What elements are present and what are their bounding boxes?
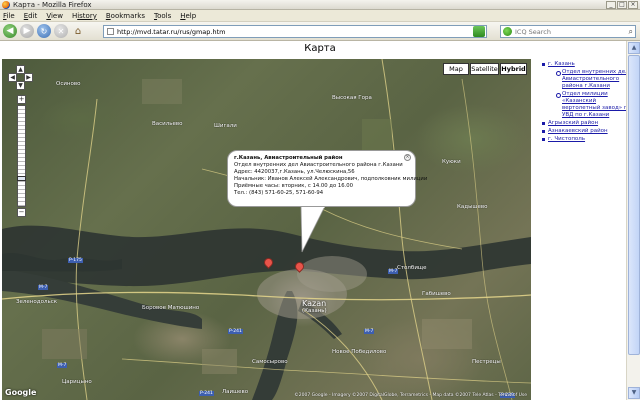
map-label: Лаишево — [222, 389, 249, 395]
stop-icon[interactable]: ✕ — [54, 24, 68, 38]
tree-link[interactable]: Отдел внутренних дел Авиастроительного р… — [562, 69, 629, 89]
address-bar[interactable]: http://mvd.tatar.ru/rus/gmap.htm — [103, 25, 487, 38]
road-sign: M-7 — [38, 285, 49, 290]
menu-history[interactable]: History — [72, 12, 97, 20]
infowindow-line: Начальник: Иванов Алексей Александрович,… — [234, 176, 428, 182]
satellite-imagery — [2, 59, 531, 400]
road-sign: P-241 — [199, 391, 214, 396]
url-text[interactable]: http://mvd.tatar.ru/rus/gmap.htm — [117, 28, 473, 36]
map-infowindow: × г.Казань, Авиастроительный район Отдел… — [227, 150, 428, 207]
map-label: Зеленодольск — [16, 299, 58, 305]
search-box[interactable]: ⌕ — [500, 25, 636, 38]
zoom-out-icon[interactable]: − — [17, 208, 26, 217]
city-label: Kazan (Казань) — [302, 299, 327, 314]
close-icon[interactable]: × — [404, 154, 411, 161]
go-arrow-icon[interactable] — [473, 26, 485, 37]
map-label: Васильево — [152, 121, 183, 127]
back-arrow-icon[interactable]: ◀ — [3, 24, 17, 38]
menu-edit[interactable]: Edit — [24, 12, 38, 20]
map-label: Куюки — [442, 159, 461, 165]
pan-control: ▲ ◀ ▶ ▼ — [8, 65, 34, 91]
map-type-satellite-button[interactable]: Satellite — [470, 63, 499, 75]
map-label: Царицыно — [62, 379, 92, 385]
tree-link[interactable]: Агрызский район — [548, 120, 598, 126]
infowindow-title: г.Казань, Авиастроительный район — [234, 155, 343, 161]
menu-bookmarks[interactable]: Bookmarks — [106, 12, 145, 20]
pan-right-icon[interactable]: ▶ — [24, 73, 33, 82]
map-copyright[interactable]: ©2007 Google - Imagery ©2007 DigitalGlob… — [294, 393, 527, 398]
close-window-button[interactable]: × — [628, 1, 638, 9]
search-icon[interactable]: ⌕ — [629, 27, 633, 37]
region-tree: г. Казань Отдел внутренних дел Авиастрои… — [540, 61, 636, 144]
scroll-up-icon[interactable]: ▲ — [628, 42, 640, 54]
map-label: Пестрецы — [472, 359, 501, 365]
menu-file[interactable]: File — [3, 12, 15, 20]
zoom-slider-thumb[interactable] — [17, 176, 26, 181]
scroll-down-icon[interactable]: ▼ — [628, 387, 640, 399]
map-label: Высокая Гора — [332, 95, 372, 101]
window-title: Карта - Mozilla Firefox — [13, 0, 92, 9]
menubar: File Edit View History Bookmarks Tools H… — [0, 10, 640, 22]
home-icon[interactable]: ⌂ — [71, 24, 85, 38]
map-marker[interactable] — [262, 256, 275, 271]
infowindow-pointer — [300, 206, 326, 253]
map-label: Шигали — [214, 123, 237, 129]
map-type-map-button[interactable]: Map — [443, 63, 469, 75]
tree-item-kazan: г. Казань — [540, 61, 636, 68]
road-sign: M-7 — [57, 363, 68, 368]
tree-link[interactable]: Азнакаевский район — [548, 128, 608, 134]
tree-link[interactable]: г. Чистополь — [548, 136, 585, 142]
tree-item: Отдел внутренних дел Авиастроительного р… — [554, 69, 636, 90]
page-content: Карта Осиново Васильево Высокая Гора Кую… — [0, 41, 640, 400]
road-sign: P-175 — [68, 258, 83, 263]
map-label: Самосырово — [252, 359, 288, 365]
infowindow-line: Адрес: 4420037,г.Казань, ул.Челюскина,56 — [234, 169, 355, 175]
tree-link[interactable]: Отдел милиции «Казанский вертолетный зав… — [562, 91, 635, 118]
tree-item-agryz: Агрызский район — [540, 120, 636, 127]
menu-view[interactable]: View — [46, 12, 63, 20]
map-label: Новое Победилово — [332, 349, 387, 355]
map-label: Столбище — [397, 265, 427, 271]
maximize-button[interactable]: □ — [617, 1, 627, 9]
forward-arrow-icon[interactable]: ▶ — [20, 24, 34, 38]
menu-help[interactable]: Help — [180, 12, 196, 20]
road-sign: M-7 — [364, 329, 375, 334]
tree-item-aznakaevo: Азнакаевский район — [540, 128, 636, 135]
google-logo: Google — [5, 388, 37, 397]
road-sign: M-7 — [388, 269, 399, 274]
tree-link[interactable]: г. Казань — [548, 61, 575, 67]
page-title: Карта — [304, 43, 336, 54]
minimize-button[interactable]: _ — [606, 1, 616, 9]
tree-item: Отдел милиции «Казанский вертолетный зав… — [554, 91, 636, 119]
map-label: Габишево — [422, 291, 451, 297]
zoom-in-icon[interactable]: + — [17, 95, 26, 104]
search-engine-icon[interactable] — [503, 27, 512, 36]
navigation-toolbar: ◀ ▶ ↻ ✕ ⌂ http://mvd.tatar.ru/rus/gmap.h… — [0, 22, 640, 41]
window-controls: _ □ × — [606, 1, 638, 9]
scrollbar-thumb[interactable] — [628, 55, 640, 355]
zoom-slider[interactable] — [17, 105, 26, 207]
menu-tools[interactable]: Tools — [154, 12, 171, 20]
tree-item-chistopol: г. Чистополь — [540, 136, 636, 143]
road-sign: P-241 — [228, 329, 243, 334]
map-marker-selected[interactable] — [293, 260, 306, 275]
map-label: Осиново — [56, 81, 81, 87]
firefox-icon — [2, 0, 10, 9]
infowindow-line: Отдел внутренних дел Авиастроительного р… — [234, 162, 403, 168]
map-label: Кадышево — [457, 204, 488, 210]
reload-icon[interactable]: ↻ — [37, 24, 51, 38]
map-view[interactable]: Осиново Васильево Высокая Гора Куюки Бор… — [2, 59, 531, 400]
zoom-control: + − — [17, 95, 26, 217]
infowindow-line: Тел.: (843) 571-60-25, 571-60-94 — [234, 190, 324, 196]
page-icon — [107, 28, 114, 35]
window-titlebar: Карта - Mozilla Firefox _ □ × — [0, 0, 640, 10]
map-label: Боровое Матюшино — [142, 305, 200, 311]
search-input[interactable] — [515, 27, 625, 36]
pan-down-icon[interactable]: ▼ — [16, 81, 25, 90]
infowindow-line: Приёмные часы: вторник, с 14.00 до 16.00 — [234, 183, 354, 189]
map-type-hybrid-button[interactable]: Hybrid — [500, 63, 527, 75]
vertical-scrollbar[interactable]: ▲ ▼ — [626, 41, 640, 400]
